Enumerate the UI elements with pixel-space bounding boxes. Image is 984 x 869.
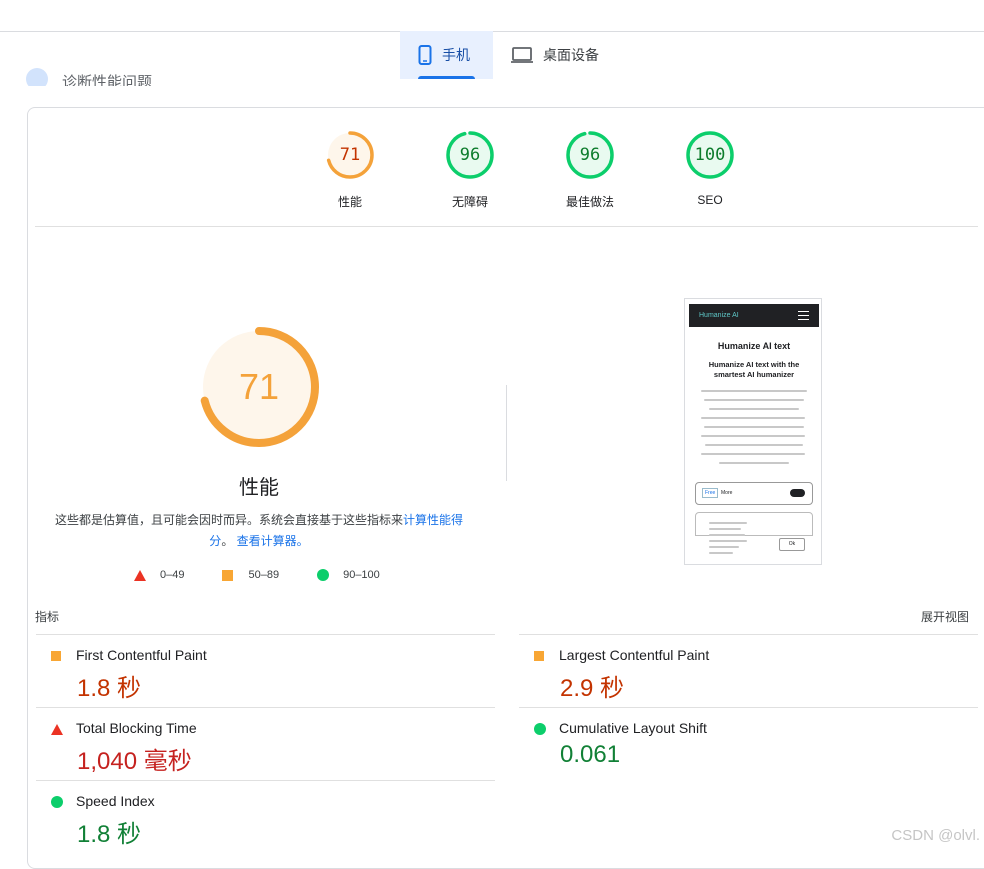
gauge-ring: 96 xyxy=(565,130,615,180)
text-line xyxy=(704,426,804,428)
tab-desktop-label: 桌面设备 xyxy=(543,47,599,63)
metric-name: Total Blocking Time xyxy=(76,720,197,736)
metric-value: 1.8 秒 xyxy=(77,675,142,702)
gauge-score: 71 xyxy=(339,145,361,165)
metric-name: Cumulative Layout Shift xyxy=(559,720,707,736)
performance-title: 性能 xyxy=(239,477,279,499)
tab-desktop[interactable]: 桌面设备 xyxy=(493,31,617,79)
tab-mobile[interactable]: 手机 xyxy=(400,31,493,79)
gauge-accessibility[interactable]: 96 无障碍 xyxy=(410,130,530,210)
page-screenshot[interactable]: Humanize AI Humanize AI text Humanize AI… xyxy=(684,298,822,565)
fail-triangle-icon xyxy=(51,724,63,735)
performance-big-gauge: 71 xyxy=(198,326,320,448)
metric-name: Speed Index xyxy=(76,793,155,809)
screenshot-free-tag: Free xyxy=(702,488,719,498)
text-line xyxy=(709,540,747,542)
metric-tbt[interactable]: Total Blocking Time 1,040 毫秒 xyxy=(36,707,495,780)
legend-average: 50–89 xyxy=(222,569,279,581)
gauge-score: 96 xyxy=(459,145,481,165)
text-line xyxy=(705,444,803,446)
text-line xyxy=(709,534,745,536)
section-heading-row: 诊断性能问题 xyxy=(26,66,152,86)
gauge-best-practices[interactable]: 96 最佳做法 xyxy=(530,130,650,210)
square-icon xyxy=(222,569,234,581)
gauge-ring: 100 xyxy=(685,130,735,180)
metric-name: Largest Contentful Paint xyxy=(559,647,710,663)
hamburger-icon xyxy=(798,311,809,320)
description-text: 这些都是估算值，且可能会因时而异。系统会直接基于这些指标来 xyxy=(54,513,403,527)
legend-pass: 90–100 xyxy=(317,569,380,581)
performance-score: 71 xyxy=(238,366,280,407)
screenshot-title: Humanize AI text xyxy=(717,341,791,351)
metrics-header: 指标 xyxy=(35,610,60,624)
metric-value: 0.061 xyxy=(560,741,621,768)
triangle-icon xyxy=(134,569,146,581)
gauge-ring: 71 xyxy=(325,130,375,180)
gauge-label: 无障碍 xyxy=(451,195,488,209)
score-gauges: 71 性能 96 无障碍 96 最佳做法 100 SEO xyxy=(290,130,770,210)
screenshot-textarea xyxy=(695,512,813,536)
subtitle-line: smartest AI humanizer xyxy=(713,370,795,379)
info-icon xyxy=(26,68,48,86)
text-line xyxy=(709,546,739,548)
toggle-icon xyxy=(790,489,805,497)
gauge-seo[interactable]: 100 SEO xyxy=(650,130,770,210)
vertical-divider xyxy=(506,385,507,481)
text-line xyxy=(709,528,741,530)
circle-icon xyxy=(317,569,330,581)
screenshot-navbar: Humanize AI xyxy=(689,304,819,327)
gauge-ring: 96 xyxy=(445,130,495,180)
average-square-icon xyxy=(534,651,544,661)
gauge-label: 最佳做法 xyxy=(565,195,614,209)
text-line xyxy=(701,435,805,437)
screenshot-subtitle: Humanize AI text with the smartest AI hu… xyxy=(695,360,813,380)
legend-range: 0–49 xyxy=(160,569,185,581)
watermark: CSDN @olvl. xyxy=(891,827,980,844)
metric-value: 1.8 秒 xyxy=(77,821,142,848)
phone-icon xyxy=(418,45,432,65)
metric-lcp[interactable]: Largest Contentful Paint 2.9 秒 xyxy=(519,634,978,707)
gauge-label: SEO xyxy=(697,193,723,207)
tab-mobile-label: 手机 xyxy=(442,47,470,63)
metric-value: 2.9 秒 xyxy=(560,675,625,702)
section-heading: 诊断性能问题 xyxy=(62,73,153,87)
gauge-label: 性能 xyxy=(337,195,362,209)
text-line xyxy=(709,552,733,554)
text-line xyxy=(701,417,805,419)
screenshot-brand: Humanize AI xyxy=(699,312,739,319)
subtitle-line: Humanize AI text with the xyxy=(708,360,800,369)
legend-range: 90–100 xyxy=(343,569,380,581)
text-line xyxy=(701,453,805,455)
pass-circle-icon xyxy=(534,723,546,735)
expand-view-button[interactable]: 展开视图 xyxy=(921,608,969,625)
score-legend: 0–49 50–89 90–100 xyxy=(134,569,418,581)
screenshot-more: More xyxy=(721,490,733,496)
screenshot-ok-button: Ok xyxy=(779,538,805,551)
text-line xyxy=(701,390,807,392)
gauge-score: 100 xyxy=(694,145,726,165)
text-line xyxy=(719,462,789,464)
calculator-link[interactable]: 查看计算器。 xyxy=(237,534,309,548)
metric-cls[interactable]: Cumulative Layout Shift 0.061 xyxy=(519,707,978,780)
metric-fcp[interactable]: First Contentful Paint 1.8 秒 xyxy=(36,634,495,707)
legend-range: 50–89 xyxy=(248,569,280,581)
top-bar xyxy=(0,0,984,32)
gauge-score: 96 xyxy=(579,145,601,165)
metric-value: 1,040 毫秒 xyxy=(77,748,192,775)
pass-circle-icon xyxy=(51,796,63,808)
description-punct: 。 xyxy=(221,534,234,548)
metric-name: First Contentful Paint xyxy=(76,647,207,663)
gauge-performance[interactable]: 71 性能 xyxy=(290,130,410,210)
laptop-icon xyxy=(511,47,533,63)
text-line xyxy=(709,522,747,524)
metric-si[interactable]: Speed Index 1.8 秒 xyxy=(36,780,495,853)
text-line xyxy=(704,399,804,401)
performance-description: 这些都是估算值，且可能会因时而异。系统会直接基于这些指标来计算性能得分。 查看计… xyxy=(52,510,466,552)
text-line xyxy=(709,408,799,410)
device-tabs: 手机 桌面设备 xyxy=(400,31,617,79)
legend-fail: 0–49 xyxy=(134,569,184,581)
average-square-icon xyxy=(51,651,61,661)
divider xyxy=(35,226,978,227)
